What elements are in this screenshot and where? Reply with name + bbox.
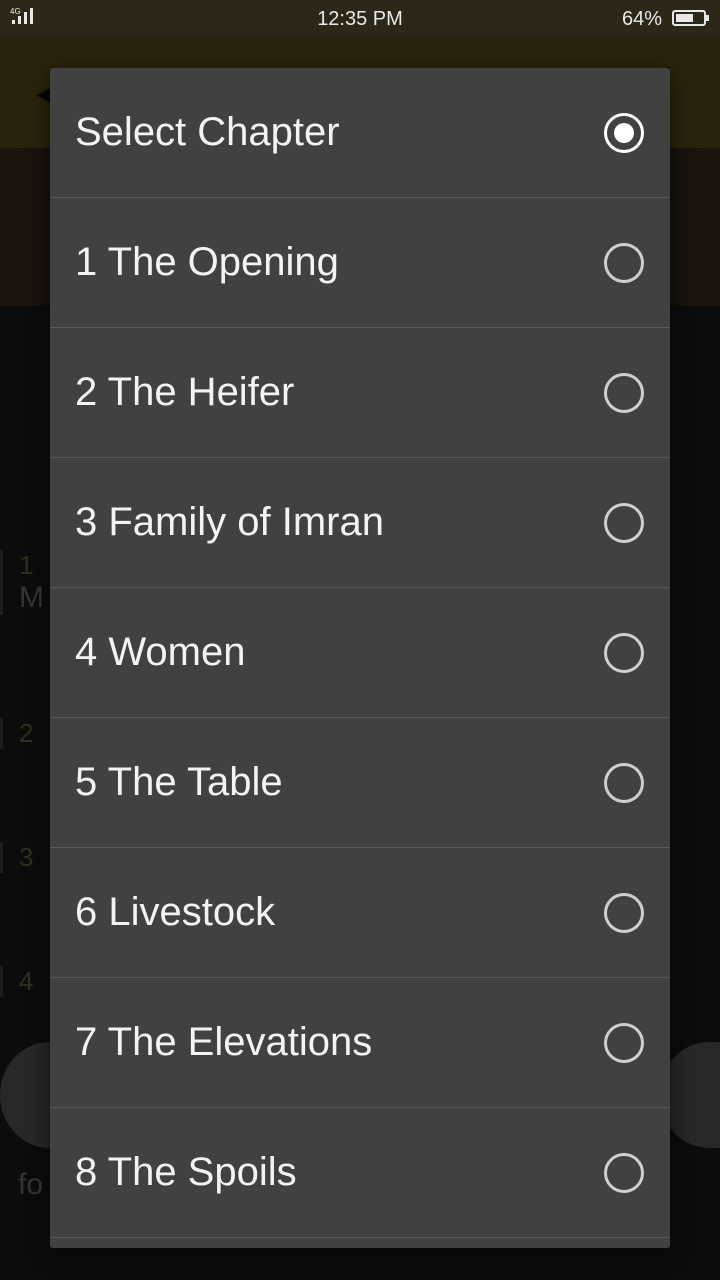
option-label: 3 Family of Imran	[75, 500, 384, 544]
radio-unchecked-icon[interactable]	[604, 633, 644, 673]
status-time: 12:35 PM	[317, 8, 403, 30]
chapter-option[interactable]: 3 Family of Imran	[50, 458, 670, 588]
radio-checked-icon[interactable]	[604, 113, 644, 153]
battery-icon	[672, 10, 709, 26]
battery-fill	[676, 14, 693, 22]
chapter-option[interactable]: 2 The Heifer	[50, 328, 670, 458]
chapter-option[interactable]: 6 Livestock	[50, 848, 670, 978]
radio-unchecked-icon[interactable]	[604, 243, 644, 283]
chapter-option[interactable]: 5 The Table	[50, 718, 670, 848]
option-label: Select Chapter	[75, 110, 340, 154]
chapter-option[interactable]: 7 The Elevations	[50, 978, 670, 1108]
radio-unchecked-icon[interactable]	[604, 893, 644, 933]
option-label: 2 The Heifer	[75, 370, 295, 414]
chapter-select-dialog: Select Chapter 1 The Opening 2 The Heifer 3…	[50, 68, 670, 1248]
chapter-option[interactable]: 1 The Opening	[50, 198, 670, 328]
chapter-option[interactable]: 8 The Spoils	[50, 1108, 670, 1238]
option-label: 7 The Elevations	[75, 1020, 373, 1064]
chapter-option[interactable]: 4 Women	[50, 588, 670, 718]
radio-unchecked-icon[interactable]	[604, 1153, 644, 1193]
status-bar: 4G 12:35 PM 64%	[0, 0, 720, 36]
radio-unchecked-icon[interactable]	[604, 763, 644, 803]
radio-unchecked-icon[interactable]	[604, 373, 644, 413]
option-label: 8 The Spoils	[75, 1150, 297, 1194]
option-label: 4 Women	[75, 630, 246, 674]
battery-percent: 64%	[621, 8, 662, 30]
option-label: 6 Livestock	[75, 890, 276, 934]
radio-unchecked-icon[interactable]	[604, 1023, 644, 1063]
option-label: 1 The Opening	[75, 240, 339, 284]
option-label: 5 The Table	[75, 760, 283, 804]
radio-unchecked-icon[interactable]	[604, 503, 644, 543]
option-select-chapter[interactable]: Select Chapter	[50, 68, 670, 198]
